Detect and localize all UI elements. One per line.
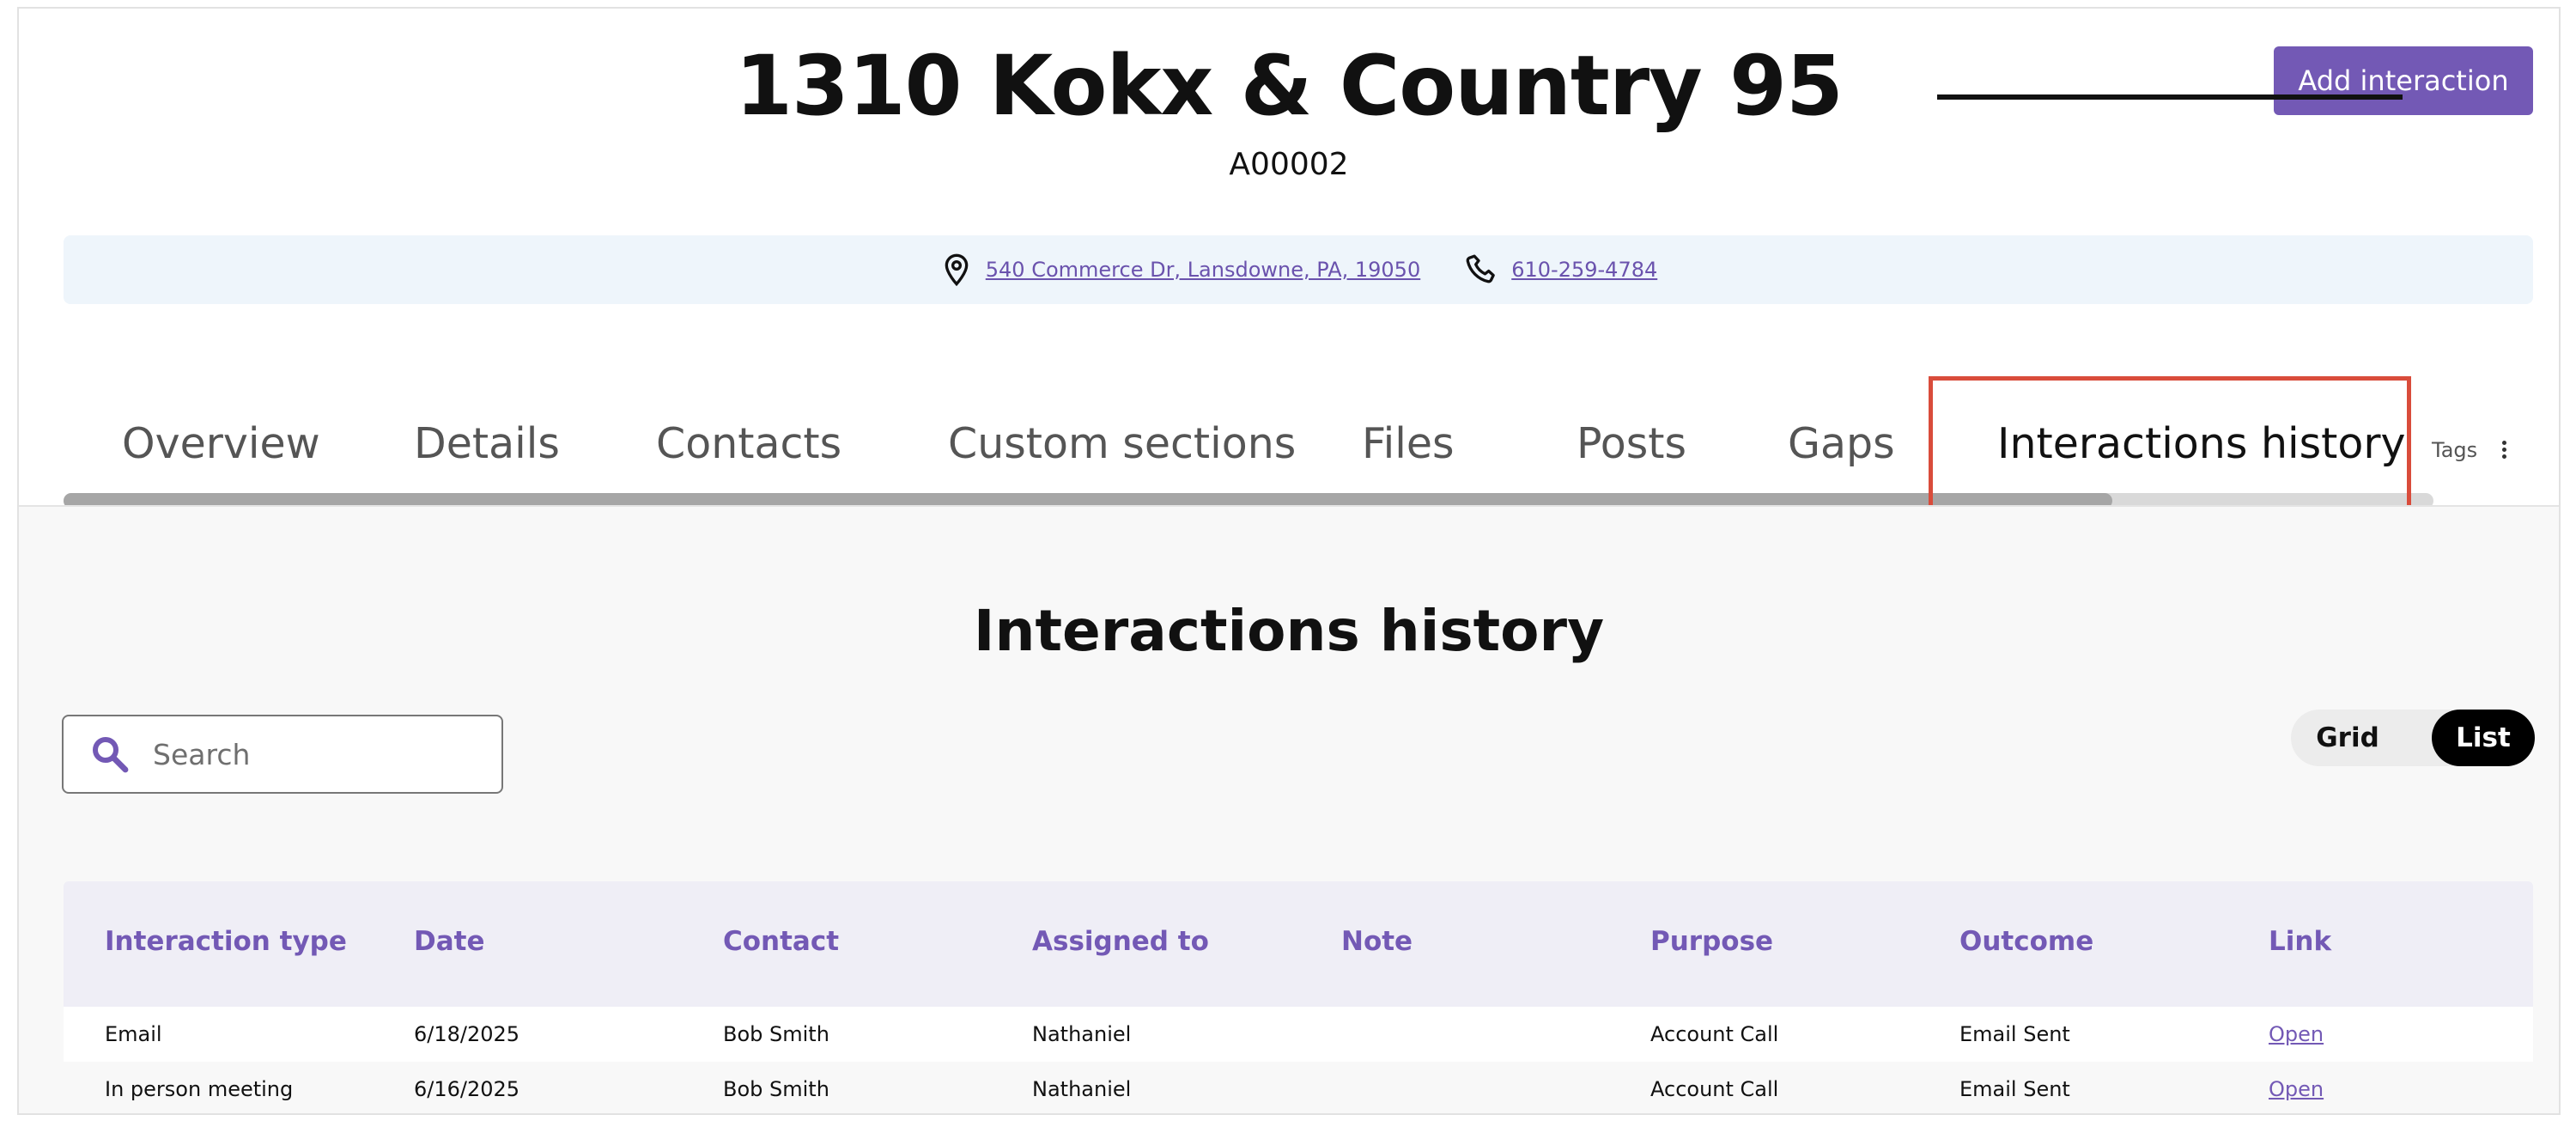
more-options-icon[interactable] — [2497, 438, 2511, 464]
contact-info-bar: 540 Commerce Dr, Lansdowne, PA, 19050 61… — [64, 235, 2533, 304]
cell-date: 6/16/2025 — [414, 1077, 520, 1101]
active-tab-indicator — [1937, 94, 2403, 100]
tab-overview[interactable]: Overview — [122, 419, 320, 468]
interactions-table: Interaction type Date Contact Assigned t… — [64, 881, 2533, 1113]
tab-posts[interactable]: Posts — [1577, 419, 1686, 468]
tab-interactions-history[interactable]: Interactions history — [1997, 419, 2405, 468]
column-header-assigned-to[interactable]: Assigned to — [1032, 926, 1209, 957]
address-item: 540 Commerce Dr, Lansdowne, PA, 19050 — [939, 253, 1420, 287]
column-header-interaction-type[interactable]: Interaction type — [105, 926, 347, 957]
column-header-link[interactable]: Link — [2269, 926, 2331, 957]
search-icon — [93, 737, 129, 773]
cell-interaction-type: In person meeting — [105, 1077, 294, 1101]
grid-view-option[interactable]: Grid — [2291, 710, 2404, 766]
account-code: A00002 — [1229, 147, 1349, 182]
tab-custom-sections[interactable]: Custom sections — [948, 419, 1296, 468]
cell-purpose: Account Call — [1650, 1022, 1779, 1046]
cell-date: 6/18/2025 — [414, 1022, 520, 1046]
tab-contacts[interactable]: Contacts — [656, 419, 841, 468]
column-header-date[interactable]: Date — [414, 926, 485, 957]
cell-outcome: Email Sent — [1959, 1077, 2070, 1101]
cell-purpose: Account Call — [1650, 1077, 1779, 1101]
phone-icon — [1466, 254, 1496, 283]
search-field[interactable] — [62, 715, 503, 794]
cell-interaction-type: Email — [105, 1022, 162, 1046]
view-toggle: Grid List — [2291, 710, 2535, 766]
open-link[interactable]: Open — [2269, 1077, 2324, 1101]
tab-files[interactable]: Files — [1362, 419, 1455, 468]
table-header: Interaction type Date Contact Assigned t… — [64, 881, 2533, 1007]
cell-assigned-to: Nathaniel — [1032, 1077, 1132, 1101]
phone-item: 610-259-4784 — [1465, 253, 1657, 287]
page-title: 1310 Kokx & Country 95 — [735, 38, 1844, 134]
cell-contact: Bob Smith — [723, 1077, 829, 1101]
column-header-outcome[interactable]: Outcome — [1959, 926, 2093, 957]
add-interaction-button[interactable]: Add interaction — [2274, 46, 2533, 115]
phone-link[interactable]: 610-259-4784 — [1511, 258, 1657, 282]
list-view-option[interactable]: List — [2432, 710, 2535, 766]
column-header-purpose[interactable]: Purpose — [1650, 926, 1773, 957]
column-header-note[interactable]: Note — [1341, 926, 1413, 957]
tags-label[interactable]: Tags — [2432, 438, 2477, 462]
interactions-section: Interactions history Grid List Interacti… — [19, 507, 2559, 1113]
table-row[interactable]: Email 6/18/2025 Bob Smith Nathaniel Acco… — [64, 1007, 2533, 1062]
cell-assigned-to: Nathaniel — [1032, 1022, 1132, 1046]
open-link[interactable]: Open — [2269, 1022, 2324, 1046]
table-row[interactable]: In person meeting 6/16/2025 Bob Smith Na… — [64, 1062, 2533, 1113]
cell-outcome: Email Sent — [1959, 1022, 2070, 1046]
tab-gaps[interactable]: Gaps — [1788, 419, 1895, 468]
section-title: Interactions history — [973, 598, 1605, 664]
location-pin-icon — [945, 253, 969, 287]
tab-bar: Overview Details Contacts Custom section… — [64, 402, 2502, 496]
tab-details[interactable]: Details — [414, 419, 560, 468]
page-frame: 1310 Kokx & Country 95 A00002 Add intera… — [17, 7, 2561, 1115]
cell-contact: Bob Smith — [723, 1022, 829, 1046]
account-header: 1310 Kokx & Country 95 A00002 Add intera… — [19, 9, 2559, 531]
search-input[interactable] — [153, 737, 479, 771]
column-header-contact[interactable]: Contact — [723, 926, 839, 957]
address-link[interactable]: 540 Commerce Dr, Lansdowne, PA, 19050 — [986, 258, 1420, 282]
